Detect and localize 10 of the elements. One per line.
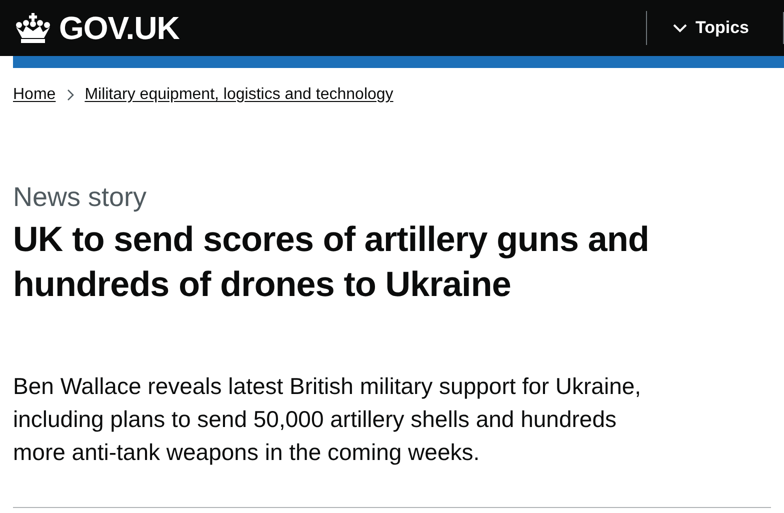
content-type-label: News story xyxy=(13,181,148,214)
breadcrumb-link[interactable]: Military equipment, logistics and technology xyxy=(84,86,394,104)
chevron-down-icon xyxy=(673,23,688,33)
gov-uk-logo[interactable]: GOV.UK xyxy=(13,10,180,46)
article-summary: Ben Wallace reveals latest British military support for Ukraine, including plans to send 50,000 artillery shells and hundreds more anti-tank weapons in the coming weeks. xyxy=(13,372,642,467)
crown-icon xyxy=(13,12,53,44)
chevron-right-icon xyxy=(66,89,74,101)
article-title: UK to send scores of artillery guns and hundreds of drones to Ukraine xyxy=(13,219,650,306)
breadcrumb-link[interactable]: Home xyxy=(13,86,56,104)
topics-menu-button[interactable]: Topics xyxy=(661,12,784,44)
